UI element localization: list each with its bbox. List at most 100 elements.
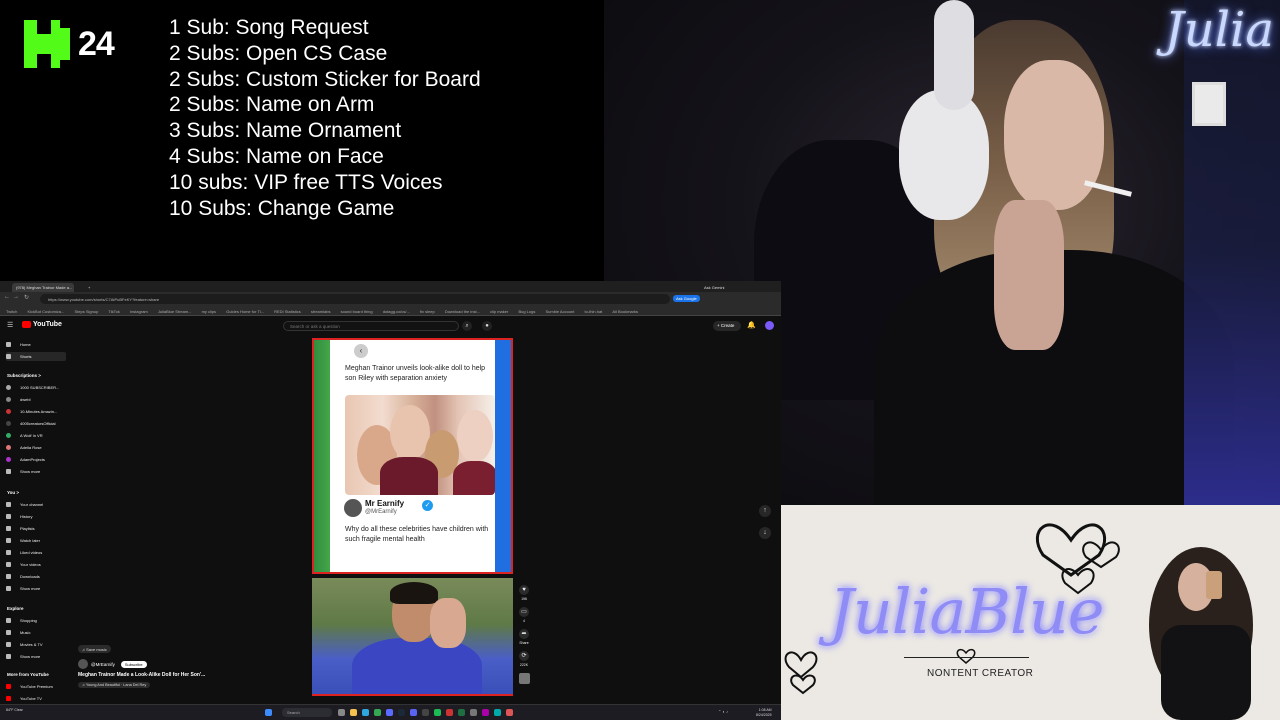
menu-icon[interactable]: ☰ bbox=[7, 321, 13, 329]
sidebar-item-subscription[interactable]: 1000 SUBSCRIBER... bbox=[6, 383, 59, 392]
channel-handle[interactable]: @MrEarnify bbox=[91, 662, 115, 667]
sidebar-item-subscription[interactable]: Adelia Rose bbox=[6, 443, 42, 452]
bookmark-item[interactable]: All Bookmarks bbox=[612, 309, 638, 314]
back-arrow-icon[interactable]: ‹ bbox=[354, 344, 368, 358]
microphone-icon[interactable]: ● bbox=[482, 321, 492, 331]
bookmark-item[interactable]: TikTok bbox=[108, 309, 119, 314]
sidebar-item-your-videos[interactable]: Your videos bbox=[6, 560, 41, 569]
short-song-link[interactable]: ♫ Young And Beautiful · Lana Del Rey bbox=[78, 682, 151, 688]
reload-icon[interactable]: ↻ bbox=[24, 294, 29, 301]
audio-thumbnail[interactable] bbox=[518, 673, 530, 684]
sidebar-item-youtube-tv[interactable]: YouTube TV bbox=[6, 694, 42, 703]
taskbar-clock[interactable]: 1:08 AM 8/24/2025 bbox=[756, 708, 772, 718]
history-icon bbox=[6, 514, 11, 519]
forward-icon[interactable]: → bbox=[13, 294, 19, 300]
sidebar-item-subscription[interactable]: 4005creatorsOfficial bbox=[6, 419, 56, 428]
url-field[interactable]: https://www.youtube.com/shorts/C7AtPuBFe… bbox=[40, 294, 670, 304]
sidebar-item-home[interactable]: Home bbox=[6, 340, 31, 349]
sidebar-item-subscription[interactable]: 10-Minutes Amazin... bbox=[6, 407, 57, 416]
bookmark-item[interactable]: Instagram bbox=[130, 309, 148, 314]
bookmark-item[interactable]: dotagg.co/cs/... bbox=[383, 309, 410, 314]
share-icon[interactable]: ➦ bbox=[519, 629, 529, 639]
bookmark-item[interactable]: REDI Statistics bbox=[274, 309, 301, 314]
discord-icon[interactable] bbox=[410, 709, 417, 716]
sidebar-item-premium[interactable]: YouTube Premium bbox=[6, 682, 53, 691]
sidebar-item-music[interactable]: Music bbox=[6, 628, 30, 637]
next-short-button[interactable]: ↓ bbox=[759, 527, 771, 539]
create-button[interactable]: + Create bbox=[713, 321, 741, 331]
sidebar-item-subscription[interactable]: AdamProjects bbox=[6, 455, 45, 464]
edge-icon[interactable] bbox=[362, 709, 369, 716]
sidebar-item-shorts[interactable]: Shorts bbox=[6, 352, 66, 361]
sidebar-item-downloads[interactable]: Downloads bbox=[6, 572, 40, 581]
sidebar-item-subscription[interactable]: A Wolf In VR bbox=[6, 431, 43, 440]
sidebar-item-watch-later[interactable]: Watch later bbox=[6, 536, 40, 545]
new-tab-button[interactable]: + bbox=[84, 283, 94, 292]
chrome-icon[interactable] bbox=[374, 709, 381, 716]
sidebar-item-playlists[interactable]: Playlists bbox=[6, 524, 35, 533]
excel-icon[interactable] bbox=[458, 709, 465, 716]
bookmark-item[interactable]: to-thin.hat bbox=[585, 309, 603, 314]
task-view-icon[interactable] bbox=[338, 709, 345, 716]
app-icon[interactable] bbox=[494, 709, 501, 716]
you-heading[interactable]: You > bbox=[7, 490, 19, 495]
app-icon[interactable] bbox=[506, 709, 513, 716]
browser-tab[interactable]: (978) Meghan Trainor Made a... bbox=[12, 283, 74, 292]
bookmark-item[interactable]: Twitch bbox=[6, 309, 17, 314]
bookmark-item[interactable]: Download the inst... bbox=[445, 309, 480, 314]
bookmark-item[interactable]: JuliaBlue Stream... bbox=[158, 309, 192, 314]
sidebar-item-movies[interactable]: Movies & TV bbox=[6, 640, 43, 649]
sidebar-item-liked-videos[interactable]: Liked videos bbox=[6, 548, 42, 557]
show-more-button[interactable]: Show more bbox=[6, 467, 40, 476]
subscriptions-heading[interactable]: Subscriptions > bbox=[7, 373, 41, 378]
search-icon[interactable]: ⌕ bbox=[462, 321, 472, 331]
previous-short-button[interactable]: ↑ bbox=[759, 505, 771, 517]
bookmark-item[interactable]: fix sleep bbox=[420, 309, 435, 314]
ask-google-button[interactable]: Ask Google bbox=[673, 295, 700, 302]
bookmark-item[interactable]: KickBot Customiza... bbox=[27, 309, 64, 314]
app-icon[interactable] bbox=[446, 709, 453, 716]
bookmark-item[interactable]: my clips bbox=[202, 309, 216, 314]
app-icon[interactable] bbox=[470, 709, 477, 716]
back-icon[interactable]: ← bbox=[4, 294, 10, 300]
bookmark-item[interactable]: Sumble Account bbox=[545, 309, 574, 314]
app-icon[interactable] bbox=[482, 709, 489, 716]
spotify-icon[interactable] bbox=[434, 709, 441, 716]
bookmark-item[interactable]: streamlabs bbox=[311, 309, 331, 314]
save-music-button[interactable]: ♫ Save music bbox=[78, 645, 111, 653]
bookmark-item[interactable]: Bug Logs bbox=[518, 309, 535, 314]
comment-icon[interactable]: ▭ bbox=[519, 607, 529, 617]
taskbar-search[interactable]: Search bbox=[282, 708, 332, 717]
channel-avatar[interactable] bbox=[78, 659, 88, 669]
bookmark-item[interactable]: clip maker bbox=[490, 309, 508, 314]
file-explorer-icon[interactable] bbox=[350, 709, 357, 716]
bookmark-item[interactable]: Guides Home for Ti... bbox=[226, 309, 264, 314]
bookmark-item[interactable]: sound board thing bbox=[341, 309, 373, 314]
youtube-logo[interactable]: YouTube bbox=[22, 321, 62, 328]
subscribe-button[interactable]: Subscribe bbox=[120, 660, 147, 668]
youtube-search-input[interactable]: Search or ask a question bbox=[283, 321, 459, 331]
shorts-action-bar: ♥ 196 ▭ 4 ➦ Share ⟳ 222K bbox=[517, 585, 531, 684]
ask-gemini-button[interactable]: Ask Gemini bbox=[700, 283, 732, 292]
steam-icon[interactable] bbox=[398, 709, 405, 716]
sidebar-item-your-channel[interactable]: Your channel bbox=[6, 500, 43, 509]
notifications-icon[interactable]: 🔔 bbox=[747, 321, 756, 329]
show-more-button[interactable]: Show more bbox=[6, 584, 40, 593]
weather-widget[interactable]: 84°F Clear bbox=[6, 708, 23, 713]
sidebar-item-subscription[interactable]: dwebl bbox=[6, 395, 30, 404]
more-from-youtube-heading: More from YouTube bbox=[7, 672, 49, 677]
short-video-player[interactable]: ‹ Meghan Trainor unveils look-alike doll… bbox=[312, 338, 513, 574]
next-short-preview[interactable] bbox=[312, 578, 513, 696]
obs-icon[interactable] bbox=[422, 709, 429, 716]
system-tray-icons[interactable]: ⌃ ◐ ♪ bbox=[718, 709, 728, 714]
remix-icon[interactable]: ⟳ bbox=[519, 651, 529, 661]
short-title[interactable]: Meghan Trainor Made a Look-Alike Doll fo… bbox=[78, 672, 205, 678]
store-icon[interactable] bbox=[386, 709, 393, 716]
avatar[interactable] bbox=[765, 321, 774, 330]
like-icon[interactable]: ♥ bbox=[519, 585, 529, 595]
show-more-button[interactable]: Show more bbox=[6, 652, 40, 661]
windows-start-icon[interactable] bbox=[265, 709, 272, 716]
bookmark-item[interactable]: Steps Signup bbox=[75, 309, 99, 314]
sidebar-item-shopping[interactable]: Shopping bbox=[6, 616, 37, 625]
sidebar-item-history[interactable]: History bbox=[6, 512, 32, 521]
